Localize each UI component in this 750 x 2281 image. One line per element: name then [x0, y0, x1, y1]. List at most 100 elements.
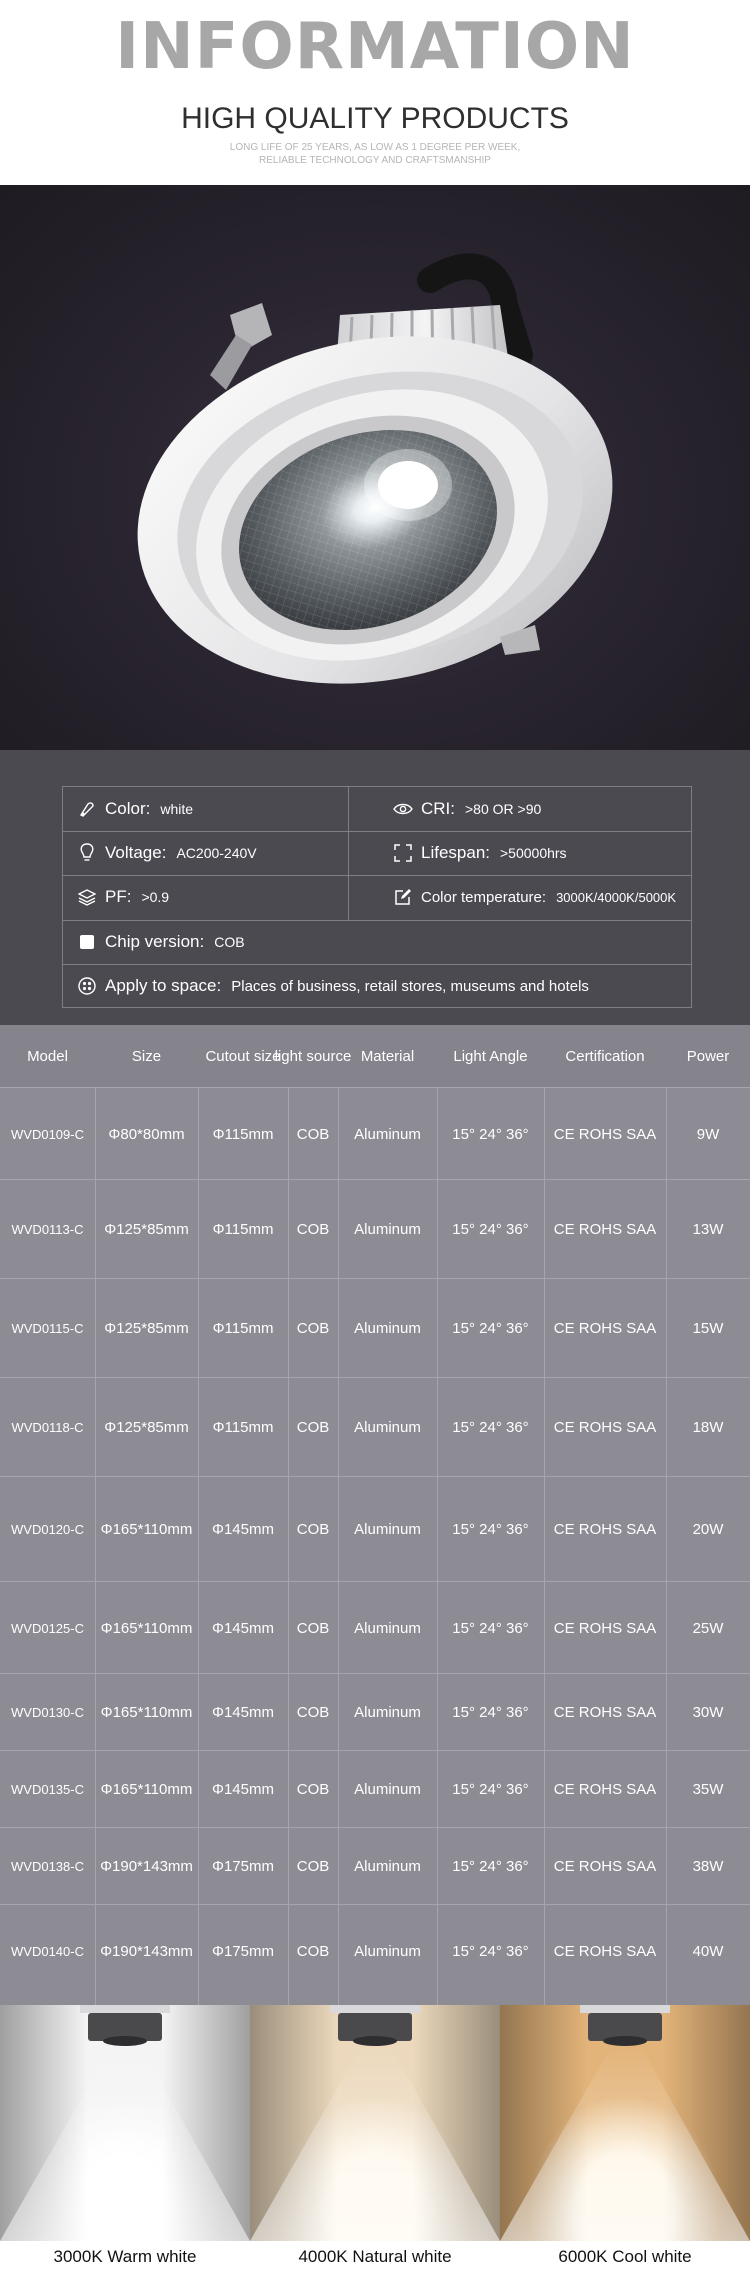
table-cell: 15° 24° 36° — [452, 1943, 529, 1960]
table-cell: 15° 24° 36° — [452, 1125, 529, 1143]
table-cell: WVD0140-C — [11, 1944, 84, 1959]
table-cell: 20W — [692, 1521, 724, 1538]
spec-voltage-label: Voltage: — [105, 843, 167, 862]
table-cell: CE ROHS SAA — [553, 1781, 657, 1798]
spec-chip: Chip version: COB — [77, 920, 245, 964]
specs-panel: Color: white CRI: >80 OR >90 Voltage: AC… — [0, 750, 750, 1025]
spec-space: Apply to space: Places of business, reta… — [77, 964, 589, 1008]
table-cell: Φ125*85mm — [104, 1221, 189, 1238]
table-cell: Φ145mm — [212, 1704, 274, 1721]
table-cell: 15° 24° 36° — [452, 1521, 529, 1538]
table-row: WVD0135-C Φ165*110mm Φ145mm COB Aluminum 15° … — [0, 1750, 750, 1828]
temperature-panel: 6000K Cool white — [500, 2005, 750, 2281]
table-row: WVD0109-C Φ80*80mm Φ115mm COB Aluminum 15° 24… — [0, 1087, 750, 1180]
downlight-illustration — [137, 253, 613, 684]
table-cell: 9W — [696, 1125, 720, 1143]
spec-cri-value: >80 OR >90 — [465, 801, 542, 817]
tagline-line-2: RELIABLE TECHNOLOGY AND CRAFTSMANSHIP — [259, 155, 491, 166]
table-cell: Φ145mm — [212, 1619, 274, 1637]
spec-voltage: Voltage: AC200-240V — [77, 831, 257, 875]
table-cell: COB — [296, 1221, 330, 1238]
table-cell: Φ165*110mm — [100, 1521, 193, 1538]
column-divider — [198, 1087, 199, 2005]
table-cell: Φ165*110mm — [100, 1704, 193, 1721]
table-cell: Aluminum — [354, 1781, 421, 1798]
temperature-label: 6000K Cool white — [558, 2247, 692, 2266]
table-cell: CE ROHS SAA — [553, 1619, 657, 1637]
table-cell: CE ROHS SAA — [553, 1521, 657, 1538]
table-cell: WVD0135-C — [11, 1782, 84, 1797]
table-cell: Φ145mm — [212, 1781, 274, 1798]
spec-color-value: white — [160, 801, 194, 817]
table-cell: Aluminum — [354, 1943, 421, 1960]
table-cell: WVD0125-C — [11, 1620, 84, 1636]
table-cell: Φ145mm — [212, 1521, 274, 1538]
table-cell: Φ190*143mm — [100, 1858, 193, 1875]
table-cell: Φ80*80mm — [108, 1125, 185, 1143]
table-cell: WVD0118-C — [11, 1420, 84, 1435]
table-cell: WVD0113-C — [11, 1222, 84, 1237]
table-row: WVD0140-C Φ190*143mm Φ175mm COB Aluminum 15° … — [0, 1904, 750, 1998]
spec-color-label: Color: — [105, 799, 151, 818]
table-row: WVD0138-C Φ190*143mm Φ175mm COB Aluminum 15° … — [0, 1827, 750, 1905]
table-cell: 38W — [692, 1858, 724, 1875]
spec-chip-value: COB — [214, 934, 245, 950]
table-cell: COB — [296, 1704, 330, 1721]
table-cell: COB — [296, 1619, 330, 1637]
table-cell: WVD0138-C — [11, 1859, 84, 1874]
table-row: WVD0113-C Φ125*85mm Φ115mm COB Aluminum 15° 2… — [0, 1179, 750, 1279]
product-photo — [0, 185, 750, 750]
table-row: WVD0115-C Φ125*85mm Φ115mm COB Aluminum 15° 2… — [0, 1278, 750, 1378]
header: INFORMATION HIGH QUALITY PRODUCTS LONG L… — [0, 0, 750, 185]
spec-space-label: Apply to space: — [105, 976, 222, 995]
table-cell: CE ROHS SAA — [553, 1704, 657, 1721]
table-cell: 25W — [692, 1619, 724, 1637]
table-cell: COB — [296, 1781, 330, 1798]
table-cell: 13W — [692, 1221, 724, 1238]
table-cell: 15° 24° 36° — [452, 1619, 529, 1637]
table-cell: 18W — [692, 1419, 724, 1436]
table-cell: Aluminum — [354, 1619, 421, 1637]
temperature-label: 4000K Natural white — [298, 2247, 452, 2266]
column-divider — [437, 1087, 438, 2005]
spec-lifespan-label: Lifespan: — [421, 843, 490, 862]
table-cell: COB — [296, 1858, 330, 1875]
table-cell: Φ115mm — [212, 1125, 274, 1143]
light-beam-image — [500, 2005, 750, 2241]
table-cell: 15° 24° 36° — [452, 1221, 529, 1238]
page-subtitle: HIGH QUALITY PRODUCTS — [181, 102, 569, 135]
table-row: WVD0118-C Φ125*85mm Φ115mm COB Aluminum 15° 2… — [0, 1377, 750, 1477]
table-cell: Φ190*143mm — [100, 1943, 193, 1960]
column-divider — [338, 1087, 339, 2005]
column-header: Size — [131, 1047, 162, 1065]
table-cell: Φ115mm — [212, 1419, 274, 1436]
table-cell: Φ115mm — [212, 1221, 274, 1238]
table-cell: CE ROHS SAA — [553, 1320, 657, 1337]
page-title: INFORMATION — [115, 10, 635, 84]
table-cell: 15° 24° 36° — [452, 1858, 529, 1875]
table-row: WVD0120-C Φ165*110mm Φ145mm COB Aluminum 15° … — [0, 1476, 750, 1582]
table-cell: CE ROHS SAA — [553, 1221, 657, 1238]
spec-voltage-value: AC200-240V — [176, 845, 257, 861]
table-cell: 15W — [692, 1320, 724, 1337]
spec-space-value: Places of business, retail stores, museu… — [231, 977, 589, 995]
specs-box: Color: white CRI: >80 OR >90 Voltage: AC… — [62, 786, 692, 1008]
table-cell: Φ175mm — [212, 1943, 274, 1960]
table-row: WVD0130-C Φ165*110mm Φ145mm COB Aluminum 15° … — [0, 1673, 750, 1751]
spec-color-temp-label: Color temperature: — [421, 888, 547, 906]
apps-icon — [77, 976, 97, 996]
temperature-panel: 3000K Warm white — [0, 2005, 250, 2281]
model-table: Model Size Cutout size light source Material… — [0, 1025, 750, 2005]
column-header: Model — [27, 1047, 68, 1065]
spec-chip-label: Chip version: — [105, 932, 205, 951]
table-row: WVD0125-C Φ165*110mm Φ145mm COB Aluminum 15° … — [0, 1581, 750, 1674]
table-cell: Φ125*85mm — [104, 1419, 189, 1436]
spec-color: Color: white — [77, 787, 193, 831]
table-cell: CE ROHS SAA — [553, 1125, 657, 1143]
column-header: light source — [274, 1047, 352, 1065]
table-cell: Φ165*110mm — [100, 1619, 193, 1637]
table-cell: COB — [296, 1419, 330, 1436]
table-cell: COB — [296, 1125, 330, 1143]
spec-color-temperature: Color temperature: 3000K/4000K/5000K — [393, 875, 676, 919]
table-cell: CE ROHS SAA — [553, 1858, 657, 1875]
